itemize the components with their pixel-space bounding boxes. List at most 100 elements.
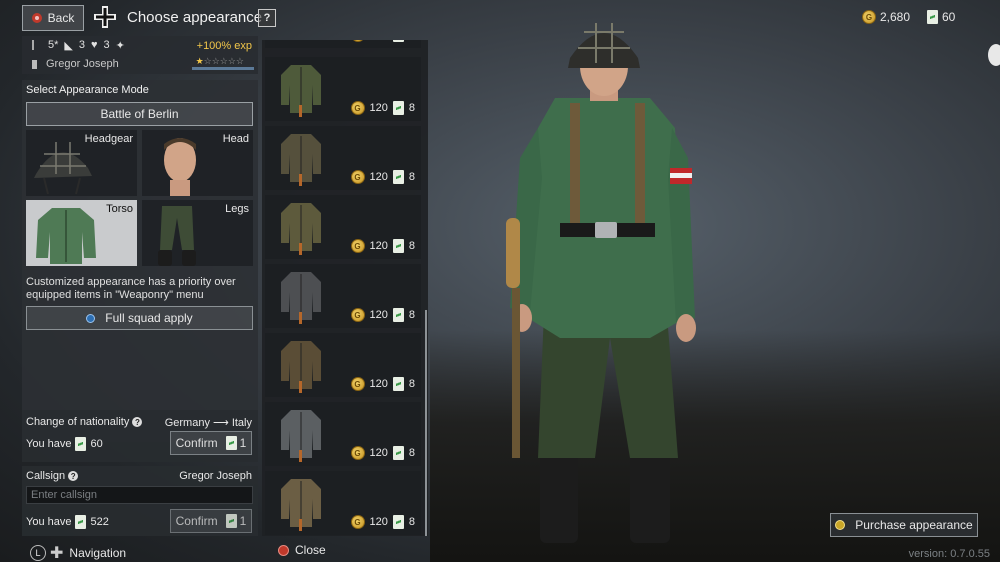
callsign-input[interactable]	[26, 486, 253, 504]
callsign-panel: Callsign ? Gregor Joseph You have 522 Co…	[22, 466, 258, 536]
nationality-you-have-label: You have	[26, 438, 72, 450]
list-item[interactable]: G 120 8	[265, 402, 421, 466]
purchase-appearance-button[interactable]: Purchase appearance	[830, 513, 978, 537]
ticket-icon	[225, 514, 237, 528]
item-ticket-price: 8	[408, 447, 415, 459]
item-price: G 120 8	[350, 515, 415, 529]
stat-three: 3	[103, 39, 110, 51]
soldier-model[interactable]	[500, 18, 710, 558]
ticket-icon	[392, 446, 404, 460]
left-panel: 5* ◣ 3 ♥ 3 ✦ +100% exp Gregor Joseph ★☆☆…	[22, 36, 258, 442]
version-label: version: 0.7.0.55	[908, 548, 990, 560]
nationality-confirm-label: Confirm	[175, 436, 218, 450]
gold-coin-icon: G	[350, 446, 365, 460]
ticket-icon	[392, 170, 404, 184]
item-price: G 120 8	[350, 40, 415, 42]
item-gold-price: 120	[369, 516, 388, 528]
nationality-confirm-button[interactable]: Confirm 1	[170, 431, 252, 455]
ticket-icon	[927, 10, 938, 24]
nationality-help-icon[interactable]: ?	[132, 417, 143, 428]
b-button-icon	[31, 13, 42, 23]
item-gold-price: 120	[369, 378, 388, 390]
list-item[interactable]: G 120 8	[265, 264, 421, 328]
list-scrollbar[interactable]	[425, 310, 427, 536]
slot-headgear-label: Headgear	[84, 133, 133, 145]
side-indicator	[988, 44, 1000, 66]
list-item[interactable]: G 120 8	[265, 333, 421, 397]
nationality-cost-amount: 1	[239, 436, 247, 450]
soldier-class-icon	[32, 60, 37, 69]
soldier-name: Gregor Joseph	[46, 58, 119, 70]
tunic-icon	[281, 65, 321, 117]
gold-coin-icon: G	[350, 239, 365, 253]
full-squad-apply-button[interactable]: Full squad apply	[26, 306, 253, 330]
item-ticket-price: 8	[408, 171, 415, 183]
tunic-icon	[36, 208, 96, 264]
callsign-confirm-button[interactable]: Confirm 1	[170, 509, 252, 533]
x-button-icon	[86, 313, 96, 323]
item-gold-price: 120	[370, 40, 388, 41]
callsign-balance: You have 522	[26, 515, 109, 529]
ticket-icon	[392, 308, 404, 322]
ticket-icon	[392, 239, 404, 253]
perk-icon: ✦	[115, 40, 125, 52]
exp-progress-bar	[192, 67, 254, 70]
dpad-icon: ✚	[50, 545, 64, 562]
ticket-icon	[75, 515, 87, 529]
gold-coin-icon: G	[350, 40, 365, 42]
y-button-icon	[835, 520, 846, 530]
list-item[interactable]: G 120 8	[265, 40, 421, 48]
item-ticket-price: 8	[408, 378, 415, 390]
slot-headgear[interactable]: Headgear	[26, 130, 137, 196]
ticket-icon	[392, 515, 404, 529]
ticket-amount: 60	[942, 10, 956, 24]
gold-coin-icon: G	[350, 515, 365, 529]
help-button[interactable]: ?	[258, 9, 276, 27]
callsign-current: Gregor Joseph	[179, 470, 252, 482]
gold-coin-icon: G	[350, 101, 365, 115]
ticket-icon	[392, 377, 404, 391]
exp-bonus: +100% exp	[196, 40, 252, 52]
nationality-panel: Change of nationality ? Germany ⟶ Italy …	[22, 410, 258, 462]
item-gold-price: 120	[369, 309, 388, 321]
ticket-icon	[225, 436, 237, 450]
tunic-icon	[281, 341, 321, 393]
back-button[interactable]: Back	[22, 5, 84, 31]
item-price: G 120 8	[350, 170, 415, 184]
priority-note: Customized appearance has a priority ove…	[26, 276, 236, 301]
list-item[interactable]: G 120 8	[265, 195, 421, 259]
gold-coin-icon: G	[862, 10, 876, 24]
slot-head[interactable]: Head	[142, 130, 253, 196]
stat-two: 3	[78, 39, 85, 51]
list-item[interactable]: G 120 8	[265, 126, 421, 190]
slot-torso[interactable]: Torso	[26, 200, 137, 266]
navigation-label: Navigation	[69, 546, 127, 560]
left-stick-icon: L	[30, 545, 46, 561]
tunic-icon	[281, 479, 321, 531]
nationality-label-wrap: Change of nationality ?	[26, 416, 143, 428]
torso-item-list[interactable]: G 120 8 G1208G1208G1208G1208G1208G1208G1…	[262, 40, 428, 536]
nationality-balance-amount: 60	[90, 438, 103, 450]
gold-balance: G 2,680	[862, 10, 910, 24]
item-gold-price: 120	[369, 240, 388, 252]
list-item[interactable]: G 120 8	[265, 57, 421, 121]
list-item[interactable]: G 120 8	[265, 471, 421, 535]
callsign-cost: 1	[225, 514, 246, 528]
stat-boots-icon: ◣	[64, 40, 73, 52]
soldier-card[interactable]: 5* ◣ 3 ♥ 3 ✦ +100% exp Gregor Joseph ★☆☆…	[22, 36, 258, 74]
callsign-help-icon[interactable]: ?	[68, 471, 79, 482]
item-gold-price: 120	[369, 447, 388, 459]
back-label: Back	[47, 11, 75, 25]
navigation-hint: L ✚ Navigation	[30, 543, 126, 562]
b-button-icon	[278, 544, 289, 556]
slot-legs[interactable]: Legs	[142, 200, 253, 266]
mode-label: Select Appearance Mode	[26, 84, 149, 96]
close-hint[interactable]: Close	[278, 543, 326, 557]
appearance-panel: Select Appearance Mode Battle of Berlin …	[22, 80, 258, 442]
item-price: G 120 8	[350, 239, 415, 253]
face-icon	[164, 138, 196, 196]
ticket-icon	[392, 101, 404, 115]
soldier-stars: ★☆☆☆☆☆	[195, 56, 244, 66]
appearance-mode-selector[interactable]: Battle of Berlin	[26, 102, 253, 126]
gold-amount: 2,680	[880, 10, 911, 24]
